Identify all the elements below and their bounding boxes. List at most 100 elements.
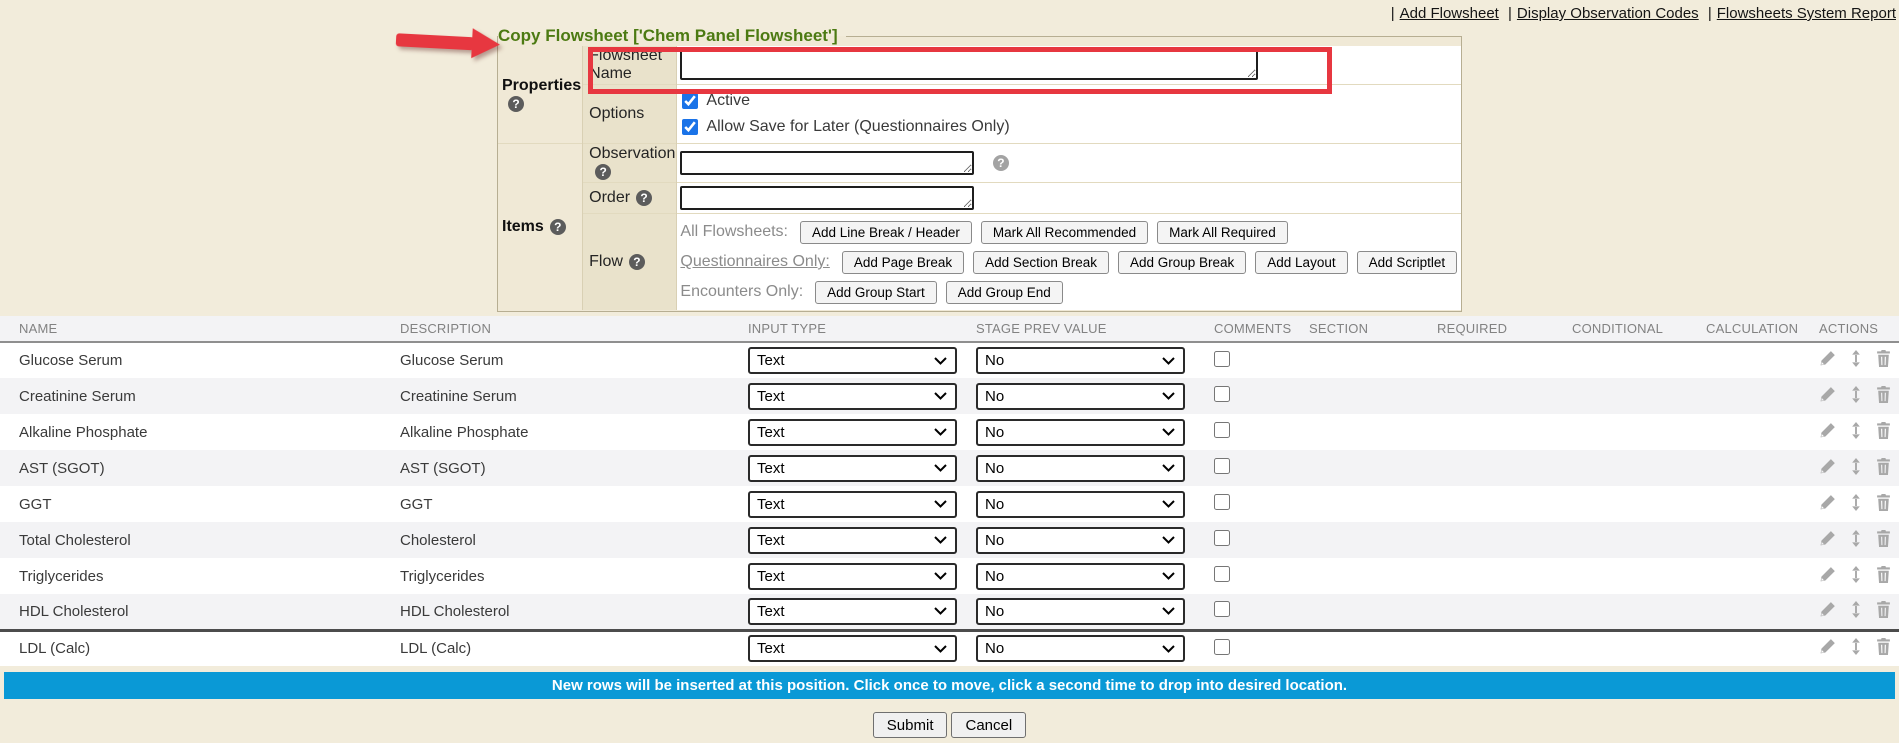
- chevron-down-icon: [934, 607, 947, 615]
- delete-trash-icon[interactable]: [1876, 422, 1891, 439]
- move-updown-icon[interactable]: [1850, 638, 1862, 655]
- chevron-down-icon: [1162, 572, 1175, 580]
- comments-checkbox[interactable]: [1214, 494, 1230, 510]
- cancel-button[interactable]: Cancel: [951, 712, 1026, 738]
- delete-trash-icon[interactable]: [1876, 350, 1891, 367]
- submit-button[interactable]: Submit: [873, 712, 948, 738]
- order-help-icon[interactable]: ?: [636, 190, 652, 206]
- edit-pencil-icon[interactable]: [1819, 638, 1836, 655]
- stage-prev-value-select[interactable]: No: [976, 383, 1185, 410]
- edit-pencil-icon[interactable]: [1819, 494, 1836, 511]
- item-calculation: [1687, 450, 1800, 486]
- flowsheets-system-report-link[interactable]: Flowsheets System Report: [1717, 5, 1896, 22]
- input-type-select[interactable]: Text: [748, 455, 957, 482]
- input-type-select[interactable]: Text: [748, 598, 957, 625]
- properties-help-icon[interactable]: ?: [508, 96, 524, 112]
- observation-lookup-help-icon[interactable]: ?: [993, 155, 1009, 171]
- allow-save-checkbox[interactable]: [682, 119, 698, 135]
- delete-trash-icon[interactable]: [1876, 386, 1891, 403]
- edit-pencil-icon[interactable]: [1819, 386, 1836, 403]
- order-input[interactable]: [680, 186, 974, 210]
- edit-pencil-icon[interactable]: [1819, 350, 1836, 367]
- stage-prev-value-select[interactable]: No: [976, 491, 1185, 518]
- comments-checkbox[interactable]: [1214, 386, 1230, 402]
- header-stage-prev-value: STAGE PREV VALUE: [957, 316, 1195, 342]
- stage-prev-value-select[interactable]: No: [976, 563, 1185, 590]
- delete-trash-icon[interactable]: [1876, 530, 1891, 547]
- input-type-select[interactable]: Text: [748, 635, 957, 662]
- insertion-position-banner[interactable]: New rows will be inserted at this positi…: [4, 672, 1895, 699]
- stage-prev-value-select[interactable]: No: [976, 635, 1185, 662]
- top-nav-links: |Add Flowsheet |Display Observation Code…: [1386, 5, 1896, 22]
- item-calculation: [1687, 378, 1800, 414]
- items-help-icon[interactable]: ?: [550, 219, 566, 235]
- items-label: Items: [502, 218, 544, 235]
- item-description: Glucose Serum: [381, 342, 729, 378]
- comments-checkbox[interactable]: [1214, 351, 1230, 367]
- edit-pencil-icon[interactable]: [1819, 601, 1836, 618]
- move-updown-icon[interactable]: [1850, 386, 1862, 403]
- comments-checkbox[interactable]: [1214, 639, 1230, 655]
- delete-trash-icon[interactable]: [1876, 494, 1891, 511]
- input-type-select[interactable]: Text: [748, 527, 957, 554]
- comments-checkbox[interactable]: [1214, 530, 1230, 546]
- stage-prev-value-select[interactable]: No: [976, 527, 1185, 554]
- move-updown-icon[interactable]: [1850, 530, 1862, 547]
- move-updown-icon[interactable]: [1850, 494, 1862, 511]
- comments-checkbox[interactable]: [1214, 422, 1230, 438]
- add-line-break-header-button[interactable]: Add Line Break / Header: [800, 221, 972, 244]
- active-checkbox[interactable]: [682, 93, 698, 109]
- delete-trash-icon[interactable]: [1876, 638, 1891, 655]
- comments-checkbox[interactable]: [1214, 566, 1230, 582]
- input-type-select[interactable]: Text: [748, 563, 957, 590]
- move-updown-icon[interactable]: [1850, 601, 1862, 618]
- header-description: DESCRIPTION: [381, 316, 729, 342]
- comments-checkbox[interactable]: [1214, 458, 1230, 474]
- add-page-break-button[interactable]: Add Page Break: [842, 251, 964, 274]
- edit-pencil-icon[interactable]: [1819, 458, 1836, 475]
- input-type-select[interactable]: Text: [748, 419, 957, 446]
- add-flowsheet-link[interactable]: Add Flowsheet: [1400, 5, 1499, 22]
- add-scriptlet-button[interactable]: Add Scriptlet: [1357, 251, 1458, 274]
- item-section: [1290, 378, 1418, 414]
- item-description: Creatinine Serum: [381, 378, 729, 414]
- move-updown-icon[interactable]: [1850, 350, 1862, 367]
- add-group-start-button[interactable]: Add Group Start: [815, 281, 937, 304]
- observation-input[interactable]: [680, 151, 974, 175]
- questionnaires-only-label: Questionnaires Only:: [680, 253, 829, 271]
- mark-all-required-button[interactable]: Mark All Required: [1157, 221, 1288, 244]
- add-group-break-button[interactable]: Add Group Break: [1118, 251, 1246, 274]
- stage-prev-value-select[interactable]: No: [976, 598, 1185, 625]
- table-header-row: NAME DESCRIPTION INPUT TYPE STAGE PREV V…: [0, 316, 1899, 342]
- copy-flowsheet-form: Copy Flowsheet ['Chem Panel Flowsheet'] …: [497, 26, 1462, 312]
- observation-label: Observation: [589, 145, 675, 162]
- observation-help-icon[interactable]: ?: [595, 164, 611, 180]
- allow-save-label: Allow Save for Later (Questionnaires Onl…: [706, 118, 1009, 136]
- move-updown-icon[interactable]: [1850, 458, 1862, 475]
- add-layout-button[interactable]: Add Layout: [1255, 251, 1347, 274]
- move-updown-icon[interactable]: [1850, 422, 1862, 439]
- move-updown-icon[interactable]: [1850, 566, 1862, 583]
- display-observation-codes-link[interactable]: Display Observation Codes: [1517, 5, 1699, 22]
- edit-pencil-icon[interactable]: [1819, 566, 1836, 583]
- add-section-break-button[interactable]: Add Section Break: [973, 251, 1109, 274]
- input-type-select[interactable]: Text: [748, 383, 957, 410]
- input-type-select[interactable]: Text: [748, 491, 957, 518]
- flow-help-icon[interactable]: ?: [629, 254, 645, 270]
- item-conditional: [1553, 414, 1687, 450]
- mark-all-recommended-button[interactable]: Mark All Recommended: [981, 221, 1148, 244]
- flowsheet-name-input[interactable]: [680, 50, 1258, 80]
- delete-trash-icon[interactable]: [1876, 601, 1891, 618]
- edit-pencil-icon[interactable]: [1819, 422, 1836, 439]
- add-group-end-button[interactable]: Add Group End: [946, 281, 1063, 304]
- stage-prev-value-select[interactable]: No: [976, 455, 1185, 482]
- delete-trash-icon[interactable]: [1876, 458, 1891, 475]
- delete-trash-icon[interactable]: [1876, 566, 1891, 583]
- item-name: AST (SGOT): [0, 450, 381, 486]
- input-type-select[interactable]: Text: [748, 347, 957, 374]
- stage-prev-value-select[interactable]: No: [976, 347, 1185, 374]
- edit-pencil-icon[interactable]: [1819, 530, 1836, 547]
- comments-checkbox[interactable]: [1214, 601, 1230, 617]
- stage-prev-value-select[interactable]: No: [976, 419, 1185, 446]
- flowsheet-name-label: Flowsheet Name: [583, 46, 677, 85]
